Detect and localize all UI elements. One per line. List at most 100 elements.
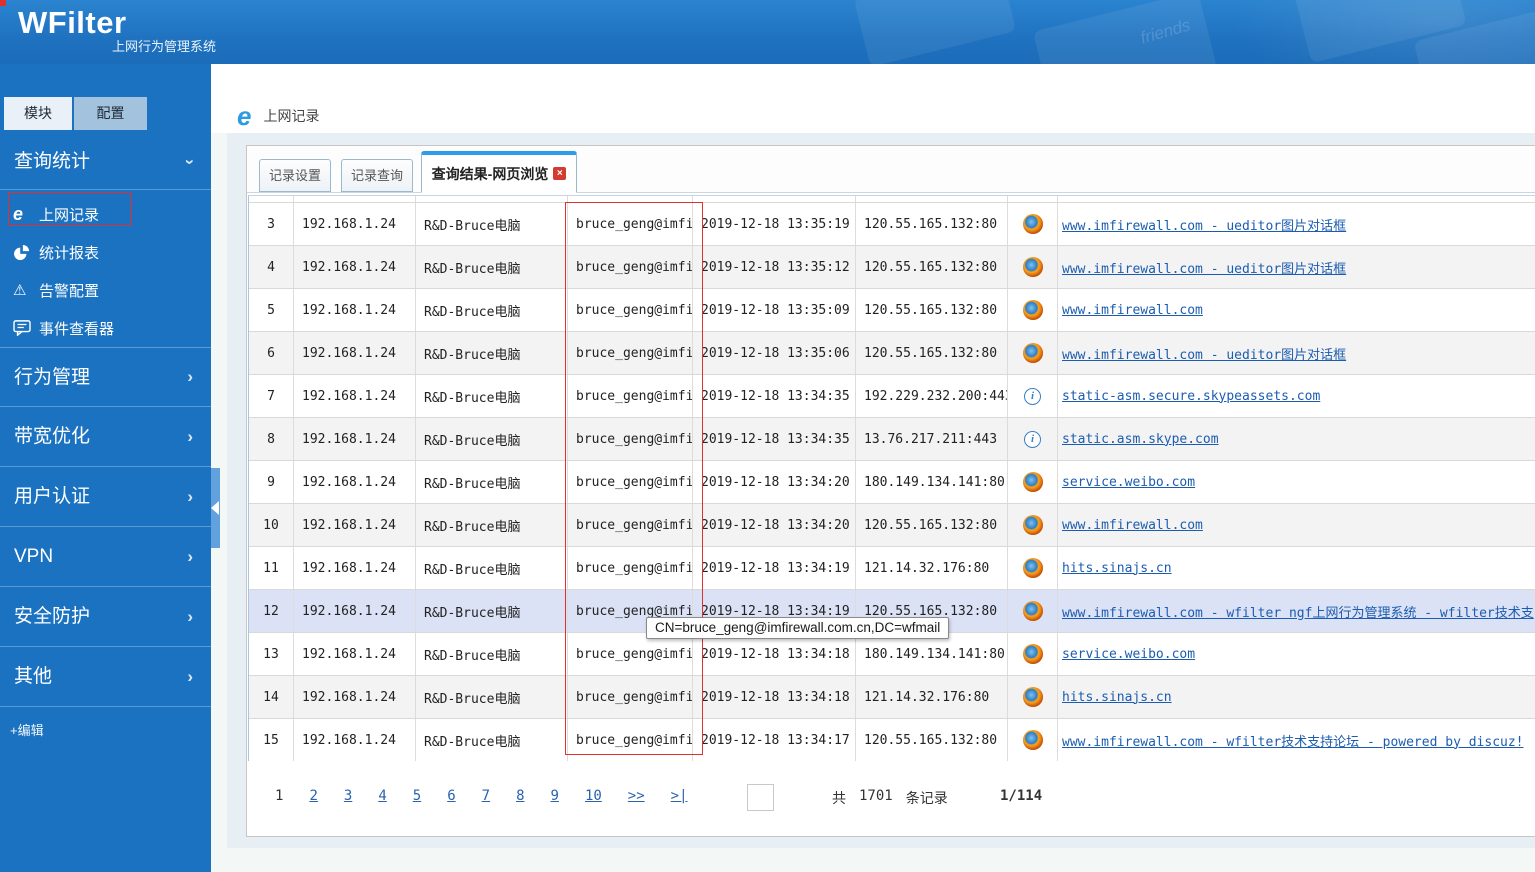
table-row[interactable]: 15 192.168.1.24 R&D-Bruce电脑 bruce_geng@i… <box>249 719 1535 761</box>
cell-destination: 13.76.217.211:443 <box>856 418 1008 460</box>
table-row[interactable]: 4 192.168.1.24 R&D-Bruce电脑 bruce_geng@im… <box>249 246 1535 289</box>
sidebar-item-label: 告警配置 <box>39 282 100 300</box>
cell-row-number: 5 <box>249 289 294 331</box>
pagination-page-link[interactable]: 5 <box>413 788 421 804</box>
chevron-right-icon: › <box>187 666 193 686</box>
app-logo: WFilter <box>18 5 127 40</box>
pagination-last[interactable]: >| <box>671 788 688 804</box>
table-body: 3 192.168.1.24 R&D-Bruce电脑 bruce_geng@im… <box>249 203 1535 761</box>
sidebar-edit-button[interactable]: +编辑 <box>10 720 44 739</box>
cell-time: 2019-12-18 13:34:18 <box>693 633 856 675</box>
tab-record-query[interactable]: 记录查询 <box>341 159 413 192</box>
goto-page-input[interactable] <box>747 784 774 811</box>
cell-computer: R&D-Bruce电脑 <box>416 332 568 374</box>
cell-ip: 192.168.1.24 <box>294 676 416 718</box>
sidebar-section-query-stats[interactable]: 查询统计 › <box>0 134 211 190</box>
table-row[interactable]: 7 192.168.1.24 R&D-Bruce电脑 bruce_geng@im… <box>249 375 1535 418</box>
pagination-page-link[interactable]: 2 <box>309 788 317 804</box>
cell-time: 2019-12-18 13:34:20 <box>693 461 856 503</box>
url-link[interactable]: www.imfirewall.com - wfilter ngf上网行为管理系统… <box>1062 602 1534 621</box>
pagination-page-link[interactable]: 4 <box>378 788 386 804</box>
cell-destination: 120.55.165.132:80 <box>856 246 1008 288</box>
pagination-bar: 1 2 3 4 5 6 7 8 9 10 >> >| 共 1701 条记录 1/114 <box>248 784 1428 814</box>
url-link[interactable]: hits.sinajs.cn <box>1062 690 1172 705</box>
sidebar-section-other[interactable]: 其他 › <box>0 647 211 707</box>
sidebar-collapse-handle[interactable] <box>211 468 220 548</box>
chevron-down-icon: › <box>181 158 201 165</box>
table-row[interactable]: 3 192.168.1.24 R&D-Bruce电脑 bruce_geng@im… <box>249 203 1535 246</box>
cell-computer: R&D-Bruce电脑 <box>416 547 568 589</box>
info-bubble-icon: i <box>1024 430 1041 448</box>
pagination-page-link[interactable]: 9 <box>551 788 559 804</box>
firefox-icon <box>1022 214 1043 234</box>
table-row[interactable]: 11 192.168.1.24 R&D-Bruce电脑 bruce_geng@i… <box>249 547 1535 590</box>
url-link[interactable]: www.imfirewall.com - wfilter技术支持论坛 - pow… <box>1062 731 1524 750</box>
table-row[interactable]: 14 192.168.1.24 R&D-Bruce电脑 bruce_geng@i… <box>249 676 1535 719</box>
sidebar-item-label: 统计报表 <box>39 244 100 262</box>
cell-row-number: 13 <box>249 633 294 675</box>
url-link[interactable]: service.weibo.com <box>1062 475 1195 490</box>
url-link[interactable]: www.imfirewall.com - ueditor图片对话框 <box>1062 258 1346 277</box>
sidebar-section-security[interactable]: 安全防护 › <box>0 587 211 647</box>
tab-query-results[interactable]: 查询结果-网页浏览 × <box>421 151 577 193</box>
cell-row-number: 8 <box>249 418 294 460</box>
sidebar-section-behavior[interactable]: 行为管理 › <box>0 347 211 407</box>
cell-user: bruce_geng@imfire <box>568 246 693 288</box>
url-link[interactable]: static.asm.skype.com <box>1062 432 1219 447</box>
pagination-next-set[interactable]: >> <box>628 788 645 804</box>
sidebar-section-user-auth[interactable]: 用户认证 › <box>0 467 211 527</box>
close-tab-icon[interactable]: × <box>553 167 567 180</box>
annotation-corner-mark <box>0 0 6 6</box>
cell-ip: 192.168.1.24 <box>294 203 416 245</box>
cell-computer: R&D-Bruce电脑 <box>416 676 568 718</box>
tab-record-settings[interactable]: 记录设置 <box>259 159 331 192</box>
cell-time: 2019-12-18 13:35:12 <box>693 246 856 288</box>
info-bubble-icon: i <box>1024 387 1041 405</box>
sidebar-item-event-viewer[interactable]: 事件查看器 <box>0 309 211 347</box>
table-row[interactable]: 9 192.168.1.24 R&D-Bruce电脑 bruce_geng@im… <box>249 461 1535 504</box>
cell-destination: 120.55.165.132:80 <box>856 332 1008 374</box>
url-link[interactable]: www.imfirewall.com - ueditor图片对话框 <box>1062 215 1346 234</box>
table-row[interactable]: 5 192.168.1.24 R&D-Bruce电脑 bruce_geng@im… <box>249 289 1535 332</box>
cell-time: 2019-12-18 13:34:17 <box>693 719 856 761</box>
pagination-current-page: 1 <box>275 788 284 804</box>
url-link[interactable]: www.imfirewall.com <box>1062 518 1203 533</box>
cell-time: 2019-12-18 13:34:19 <box>693 547 856 589</box>
pagination-page-link[interactable]: 6 <box>447 788 455 804</box>
table-row[interactable]: 10 192.168.1.24 R&D-Bruce电脑 bruce_geng@i… <box>249 504 1535 547</box>
pagination-page-link[interactable]: 8 <box>516 788 524 804</box>
cell-computer: R&D-Bruce电脑 <box>416 289 568 331</box>
pagination-page-link[interactable]: 3 <box>344 788 352 804</box>
firefox-icon <box>1022 687 1043 707</box>
table-row[interactable]: 6 192.168.1.24 R&D-Bruce电脑 bruce_geng@im… <box>249 332 1535 375</box>
url-link[interactable]: hits.sinajs.cn <box>1062 561 1172 576</box>
sidebar-item-web-records[interactable]: e 上网记录 <box>0 195 211 233</box>
table-row[interactable]: 13 192.168.1.24 R&D-Bruce电脑 bruce_geng@i… <box>249 633 1535 676</box>
pagination-page-link[interactable]: 7 <box>482 788 490 804</box>
cell-ip: 192.168.1.24 <box>294 289 416 331</box>
sidebar-section-bandwidth[interactable]: 带宽优化 › <box>0 407 211 467</box>
table-row[interactable]: 8 192.168.1.24 R&D-Bruce电脑 bruce_geng@im… <box>249 418 1535 461</box>
cell-user: bruce_geng@imfire <box>568 633 693 675</box>
sidebar-item-alert-config[interactable]: ⚠ 告警配置 <box>0 271 211 309</box>
url-link[interactable]: static-asm.secure.skypeassets.com <box>1062 389 1320 404</box>
sidebar-item-report[interactable]: 统计报表 <box>0 233 211 271</box>
url-link[interactable]: www.imfirewall.com <box>1062 303 1203 318</box>
url-link[interactable]: www.imfirewall.com - ueditor图片对话框 <box>1062 344 1346 363</box>
sidebar-tab-modules[interactable]: 模块 <box>4 97 72 130</box>
cell-time: 2019-12-18 13:35:19 <box>693 203 856 245</box>
sidebar: 模块 配置 查询统计 › e 上网记录 统计报表 ⚠ 告警配置 事件查看器 行为… <box>0 64 211 872</box>
sidebar-tab-config[interactable]: 配置 <box>74 97 147 130</box>
cell-row-number: 4 <box>249 246 294 288</box>
pagination-page-link[interactable]: 10 <box>585 788 602 804</box>
chevron-right-icon: › <box>187 486 193 506</box>
cell-ip: 192.168.1.24 <box>294 590 416 632</box>
cell-user: bruce_geng@imfire <box>568 547 693 589</box>
url-link[interactable]: service.weibo.com <box>1062 647 1195 662</box>
cell-computer: R&D-Bruce电脑 <box>416 504 568 546</box>
cell-computer: R&D-Bruce电脑 <box>416 633 568 675</box>
sidebar-item-label: 上网记录 <box>39 206 100 224</box>
sidebar-section-vpn[interactable]: VPN › <box>0 527 211 587</box>
cell-user: bruce_geng@imfire <box>568 289 693 331</box>
chevron-right-icon: › <box>187 606 193 626</box>
